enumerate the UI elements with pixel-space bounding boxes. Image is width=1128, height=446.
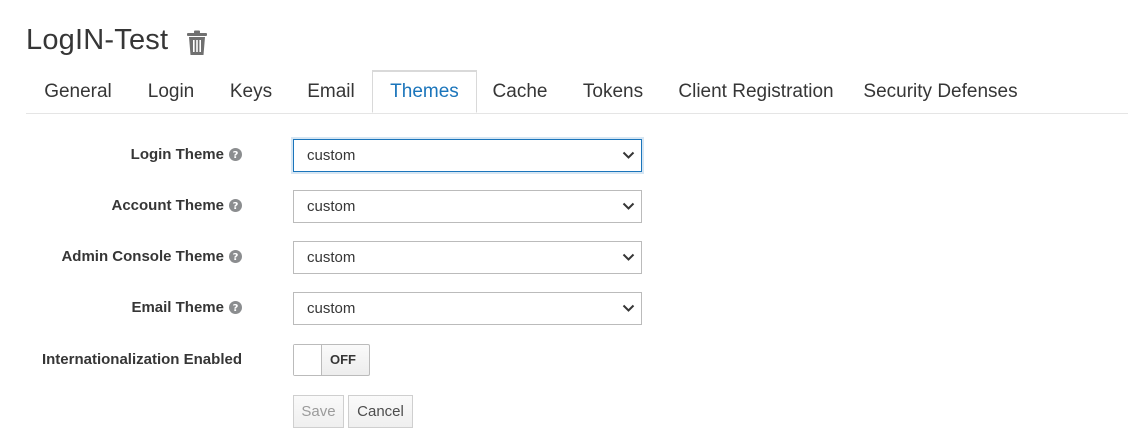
admin-console-theme-value: custom [307, 249, 356, 266]
help-icon[interactable]: ? [229, 148, 242, 161]
tab-security-defenses[interactable]: Security Defenses [858, 70, 1023, 113]
svg-text:?: ? [233, 201, 239, 212]
svg-text:?: ? [233, 303, 239, 314]
chevron-down-icon [622, 151, 635, 159]
tab-keys[interactable]: Keys [220, 70, 282, 113]
chevron-down-icon [622, 253, 635, 261]
tab-themes[interactable]: Themes [372, 70, 477, 113]
svg-text:?: ? [233, 150, 239, 161]
page-header: LogIN-Test [26, 24, 208, 57]
help-icon[interactable]: ? [229, 301, 242, 314]
help-icon[interactable]: ? [229, 250, 242, 263]
save-button[interactable]: Save [293, 395, 344, 428]
toggle-state-text: OFF [330, 352, 356, 367]
login-theme-select[interactable]: custom [293, 139, 642, 172]
account-theme-label-text: Account Theme [111, 197, 224, 214]
internationalization-label-text: Internationalization Enabled [41, 351, 242, 368]
email-theme-value: custom [307, 300, 356, 317]
account-theme-label: Account Theme ? [111, 197, 242, 214]
trash-icon[interactable] [186, 30, 208, 56]
page-title: LogIN-Test [26, 24, 169, 56]
account-theme-select[interactable]: custom [293, 190, 642, 223]
tab-bar: General Login Keys Email Themes Cache To… [26, 70, 1128, 114]
tab-cache[interactable]: Cache [485, 70, 555, 113]
tab-general[interactable]: General [34, 70, 122, 113]
login-theme-label-text: Login Theme [130, 146, 224, 163]
tab-login[interactable]: Login [139, 70, 203, 113]
chevron-down-icon [622, 304, 635, 312]
admin-console-theme-label: Admin Console Theme ? [61, 248, 242, 265]
login-theme-label: Login Theme ? [131, 146, 242, 163]
internationalization-toggle[interactable]: OFF [293, 344, 370, 376]
toggle-knob [294, 345, 322, 375]
login-theme-value: custom [307, 147, 356, 164]
cancel-button[interactable]: Cancel [348, 395, 413, 428]
internationalization-label: Internationalization Enabled [42, 351, 242, 368]
admin-console-theme-label-text: Admin Console Theme [61, 248, 224, 265]
chevron-down-icon [622, 202, 635, 210]
tab-client-registration[interactable]: Client Registration [671, 70, 841, 113]
svg-text:?: ? [233, 252, 239, 263]
account-theme-value: custom [307, 198, 356, 215]
email-theme-label: Email Theme ? [131, 299, 242, 316]
tab-tokens[interactable]: Tokens [573, 70, 653, 113]
help-icon[interactable]: ? [229, 199, 242, 212]
admin-console-theme-select[interactable]: custom [293, 241, 642, 274]
email-theme-select[interactable]: custom [293, 292, 642, 325]
tab-email[interactable]: Email [297, 70, 365, 113]
email-theme-label-text: Email Theme [131, 299, 224, 316]
